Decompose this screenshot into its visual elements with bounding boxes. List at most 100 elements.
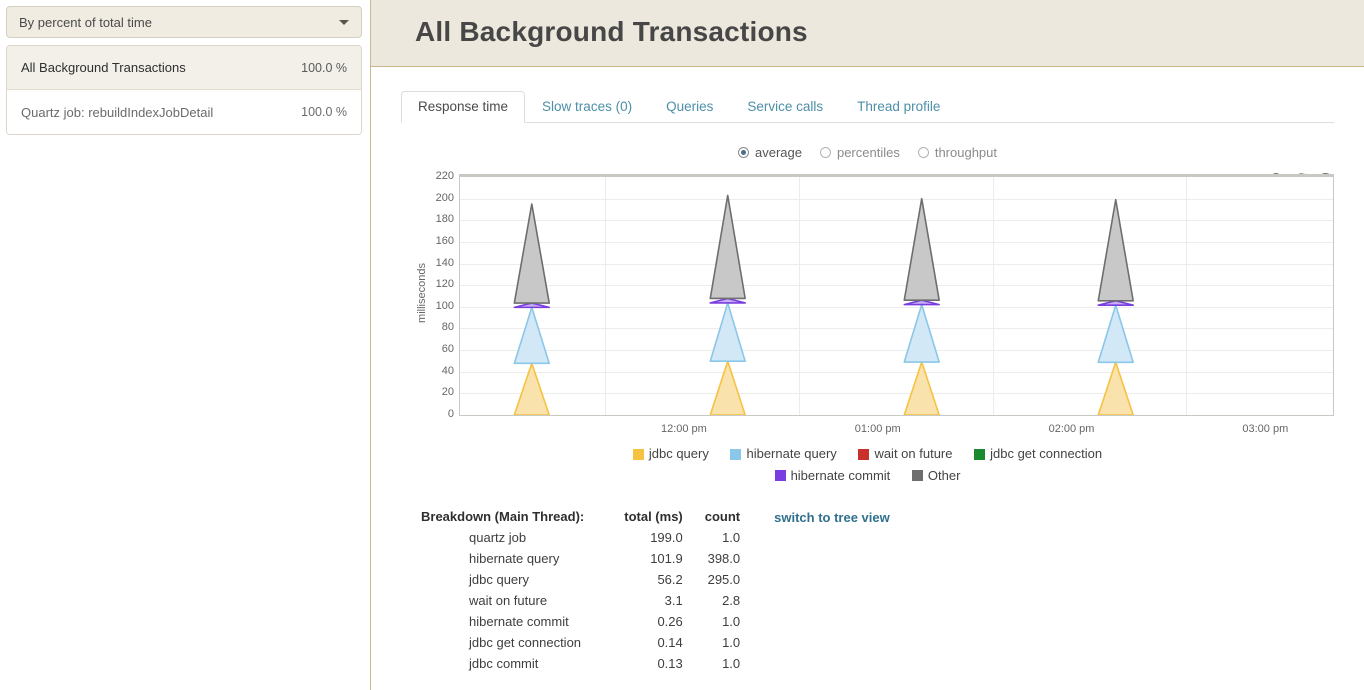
breakdown-row-name: hibernate commit [469, 614, 569, 629]
breakdown-row-name: jdbc query [469, 572, 529, 587]
x-axis-tick-label: 03:00 pm [1242, 423, 1289, 435]
breakdown-row-count: 1.0 [722, 530, 741, 545]
table-header-row: Breakdown (Main Thread): total (ms) coun… [421, 509, 740, 527]
chart-series-area [709, 360, 746, 415]
chart-series-area [709, 194, 746, 300]
y-axis-tick-label: 60 [441, 343, 454, 356]
legend-item-hibernate-commit[interactable]: hibernate commit [774, 466, 891, 486]
chart-series-area [513, 362, 551, 415]
breakdown-row-name: jdbc commit [469, 656, 539, 671]
page-title: All Background Transactions [415, 16, 808, 47]
breakdown-row-name: hibernate query [469, 551, 560, 566]
breakdown-row-name: jdbc get connection [469, 635, 582, 650]
list-item-label: Quartz job: rebuildIndexJobDetail [21, 104, 214, 120]
y-axis-tick-label: 40 [441, 364, 454, 377]
list-item-percent: 100.0 % [301, 105, 347, 119]
list-item-all-background-transactions[interactable]: All Background Transactions 100.0 % [7, 46, 361, 90]
x-axis-ticks: 12:00 pm 01:00 pm 02:00 pm 03:00 pm [459, 416, 1334, 442]
legend-item-hibernate-query[interactable]: hibernate query [730, 444, 837, 464]
y-axis-tick-label: 80 [441, 321, 454, 334]
chevron-down-icon [339, 20, 349, 25]
content-panel: Response time Slow traces (0) Queries Se… [371, 67, 1364, 690]
chart-series-area [513, 306, 551, 365]
tab-slow-traces[interactable]: Slow traces (0) [525, 91, 649, 122]
app-root: By percent of total time All Background … [0, 0, 1364, 690]
tab-service-calls[interactable]: Service calls [730, 91, 840, 122]
breakdown-row-total: 56.2 [657, 572, 683, 587]
breakdown-row-total: 0.26 [657, 614, 683, 629]
breakdown-row-total: 101.9 [650, 551, 683, 566]
x-axis-tick-label: 02:00 pm [1048, 423, 1095, 435]
y-axis-tick-label: 120 [435, 278, 454, 291]
legend-swatch [974, 448, 986, 460]
sort-select-value: By percent of total time [19, 14, 152, 30]
y-axis-tick-label: 220 [435, 170, 454, 182]
column-total-ms: total (ms) [624, 509, 683, 524]
breakdown-table: Breakdown (Main Thread): total (ms) coun… [421, 509, 740, 674]
table-row: jdbc get connection 0.14 1.0 [421, 632, 740, 653]
list-item-quartz-job[interactable]: Quartz job: rebuildIndexJobDetail 100.0 … [7, 90, 361, 134]
y-axis-tick-label: 200 [435, 191, 454, 204]
y-axis-tick-label: 100 [435, 299, 454, 312]
legend-item-jdbc-get-connection[interactable]: jdbc get connection [974, 444, 1102, 464]
page-header: All Background Transactions [371, 0, 1364, 67]
tab-queries[interactable]: Queries [649, 91, 730, 122]
legend-label: hibernate query [746, 446, 837, 461]
y-axis-tick-label: 180 [435, 213, 454, 226]
table-row: jdbc query 56.2 295.0 [421, 569, 740, 590]
breakdown-row-total: 199.0 [650, 530, 683, 545]
tab-thread-profile[interactable]: Thread profile [840, 91, 957, 122]
legend-label: Other [927, 467, 961, 483]
table-row: hibernate commit 0.26 1.0 [421, 611, 740, 632]
radio-dot-icon [819, 147, 831, 158]
y-axis-tick-label: 160 [435, 234, 454, 247]
sort-select[interactable]: By percent of total time [6, 6, 362, 38]
chart-legend: jdbc query hibernate query wait on futur… [401, 444, 1334, 487]
table-row: quartz job 199.0 1.0 [421, 527, 740, 548]
breakdown-row-name: quartz job [469, 530, 527, 545]
chart-series-area [903, 197, 940, 301]
radio-average[interactable]: average [737, 145, 802, 160]
legend-item-wait-on-future[interactable]: wait on future [858, 444, 952, 464]
radio-dot-icon [737, 147, 749, 158]
transaction-list: All Background Transactions 100.0 % Quar… [6, 45, 362, 135]
switch-to-tree-view-link[interactable]: switch to tree view [774, 510, 890, 674]
legend-label: wait on future [874, 446, 953, 461]
breakdown-section: Breakdown (Main Thread): total (ms) coun… [401, 509, 1334, 674]
breakdown-row-count: 2.8 [722, 593, 741, 608]
radio-label: percentiles [836, 145, 900, 160]
table-row: hibernate query 101.9 398.0 [421, 548, 740, 569]
breakdown-row-total: 0.14 [657, 635, 683, 650]
y-axis-ticks: 220 200 180 160 140 120 100 80 60 40 20 0 [423, 170, 459, 420]
chart-canvas[interactable] [459, 174, 1334, 416]
legend-item-other[interactable]: Other [911, 466, 961, 486]
list-item-label: All Background Transactions [21, 60, 186, 75]
list-item-percent: 100.0 % [301, 60, 347, 75]
metric-radio-group: average percentiles throughput [401, 145, 1334, 160]
radio-throughput[interactable]: throughput [917, 145, 997, 160]
legend-row-1: jdbc query hibernate query wait on futur… [401, 444, 1334, 466]
chart-series-area [1097, 198, 1134, 302]
y-axis-title: milliseconds [401, 174, 428, 416]
legend-item-jdbc-query[interactable]: jdbc query [632, 444, 709, 464]
radio-percentiles[interactable]: percentiles [819, 145, 900, 160]
chart-series-area [903, 303, 940, 363]
breakdown-row-count: 1.0 [722, 614, 741, 629]
legend-label: jdbc get connection [990, 446, 1103, 461]
legend-swatch [774, 470, 786, 481]
main-panel: All Background Transactions Response tim… [370, 0, 1364, 690]
legend-label: hibernate commit [790, 467, 891, 483]
chart-series-layer [513, 194, 1134, 415]
radio-label: average [754, 145, 802, 160]
breakdown-row-count: 1.0 [722, 656, 741, 671]
column-count: count [704, 509, 741, 524]
chart-series-area [1097, 304, 1134, 364]
breakdown-row-name: wait on future [469, 593, 548, 608]
legend-label: jdbc query [648, 446, 709, 461]
x-axis-tick-label: 12:00 pm [660, 423, 707, 435]
chart-series-area [513, 203, 551, 304]
chart-plot-area: milliseconds 220 200 180 160 140 120 100 80 60 40… [401, 170, 1334, 420]
y-axis-tick-label: 140 [435, 256, 454, 269]
tab-response-time[interactable]: Response time [401, 91, 526, 123]
legend-swatch [632, 448, 644, 460]
